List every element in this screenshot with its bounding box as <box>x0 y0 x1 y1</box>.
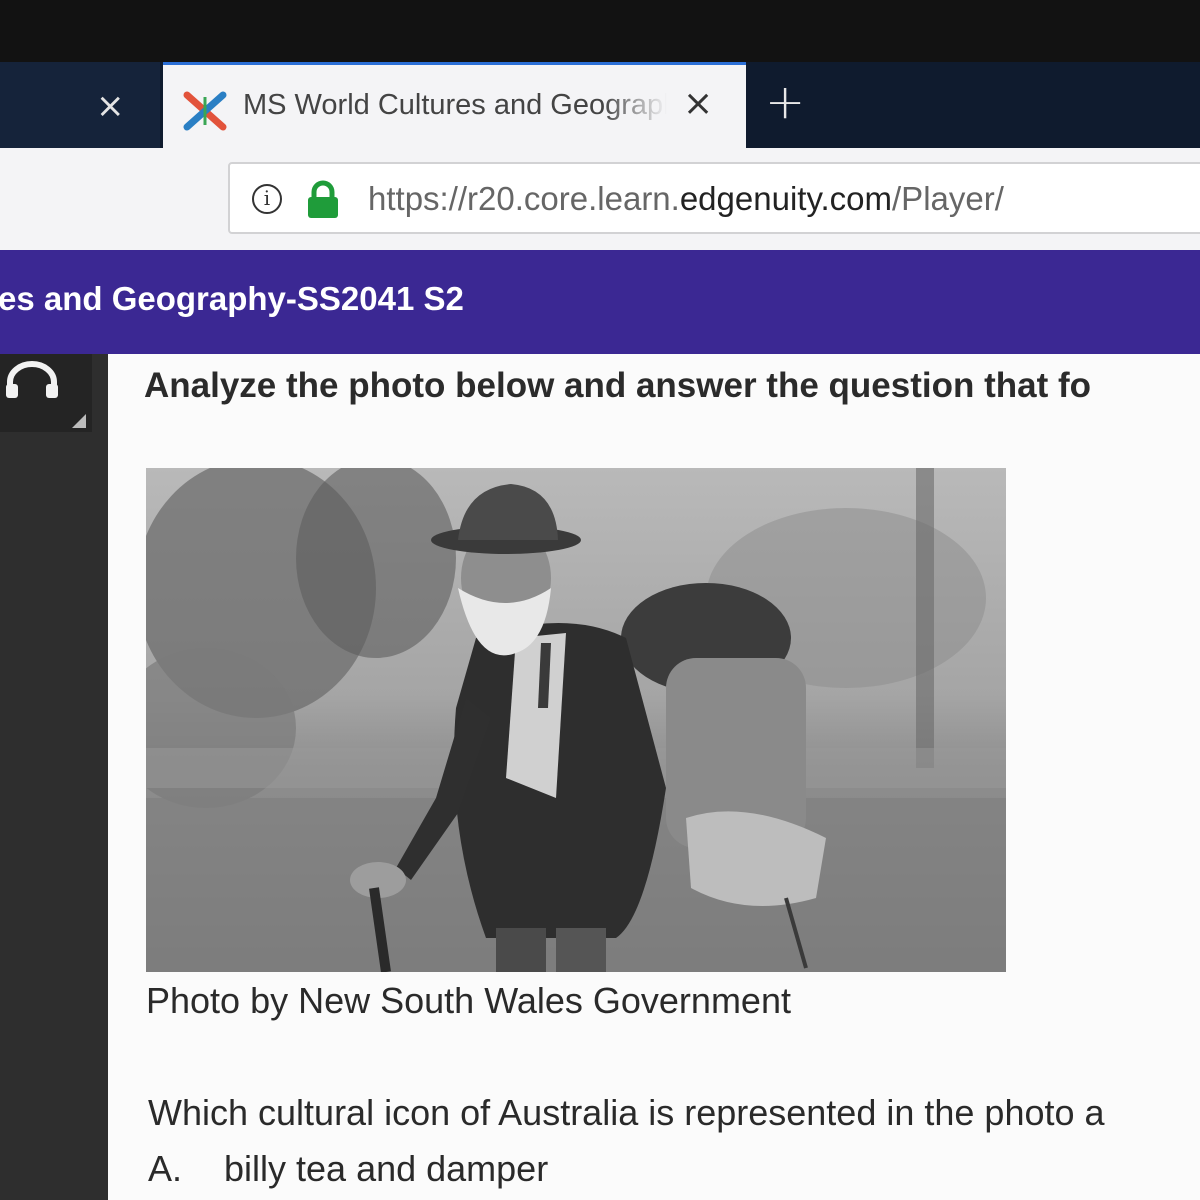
url-path: /Player/ <box>892 180 1004 217</box>
tab-inactive[interactable]: × <box>0 62 160 148</box>
lock-icon <box>308 180 338 218</box>
edgenuity-x-icon <box>183 91 227 131</box>
audio-control[interactable] <box>0 354 92 432</box>
activity-photo <box>146 468 1006 972</box>
course-header: es and Geography-SS2041 S2 <box>0 250 1200 354</box>
option-letter: A. <box>148 1148 183 1189</box>
tab-active[interactable]: MS World Cultures and Geography-SS2041 S… <box>163 62 746 148</box>
left-panel <box>0 354 108 1200</box>
option-text: billy tea and damper <box>224 1148 549 1189</box>
url-text[interactable]: https://r20.core.learn.edgenuity.com/Pla… <box>368 180 1004 218</box>
new-tab-button[interactable]: + <box>765 74 805 130</box>
photo-caption: Photo by New South Wales Government <box>146 980 791 1021</box>
browser-toolbar: i https://r20.core.learn.edgenuity.com/P… <box>0 148 1200 251</box>
close-icon[interactable]: × <box>683 83 713 124</box>
info-icon[interactable]: i <box>252 184 282 214</box>
question-text: Which cultural icon of Australia is repr… <box>148 1092 1105 1133</box>
resize-handle[interactable] <box>72 414 86 428</box>
instruction-text: Analyze the photo below and answer the q… <box>144 366 1091 405</box>
activity-content: Analyze the photo below and answer the q… <box>108 354 1200 1200</box>
url-host: edgenuity.com <box>679 180 893 217</box>
swagman-photo-illustration <box>146 468 1006 972</box>
url-prefix: https://r20.core.learn. <box>368 180 680 217</box>
tab-title-fade <box>603 85 683 131</box>
headphones-icon[interactable] <box>4 360 60 400</box>
address-bar[interactable]: i https://r20.core.learn.edgenuity.com/P… <box>228 162 1200 234</box>
monitor-bezel <box>0 0 1200 62</box>
answer-option-a[interactable]: A. billy tea and damper <box>148 1148 548 1190</box>
course-title: es and Geography-SS2041 S2 <box>0 280 464 317</box>
close-icon[interactable]: × <box>96 86 125 126</box>
